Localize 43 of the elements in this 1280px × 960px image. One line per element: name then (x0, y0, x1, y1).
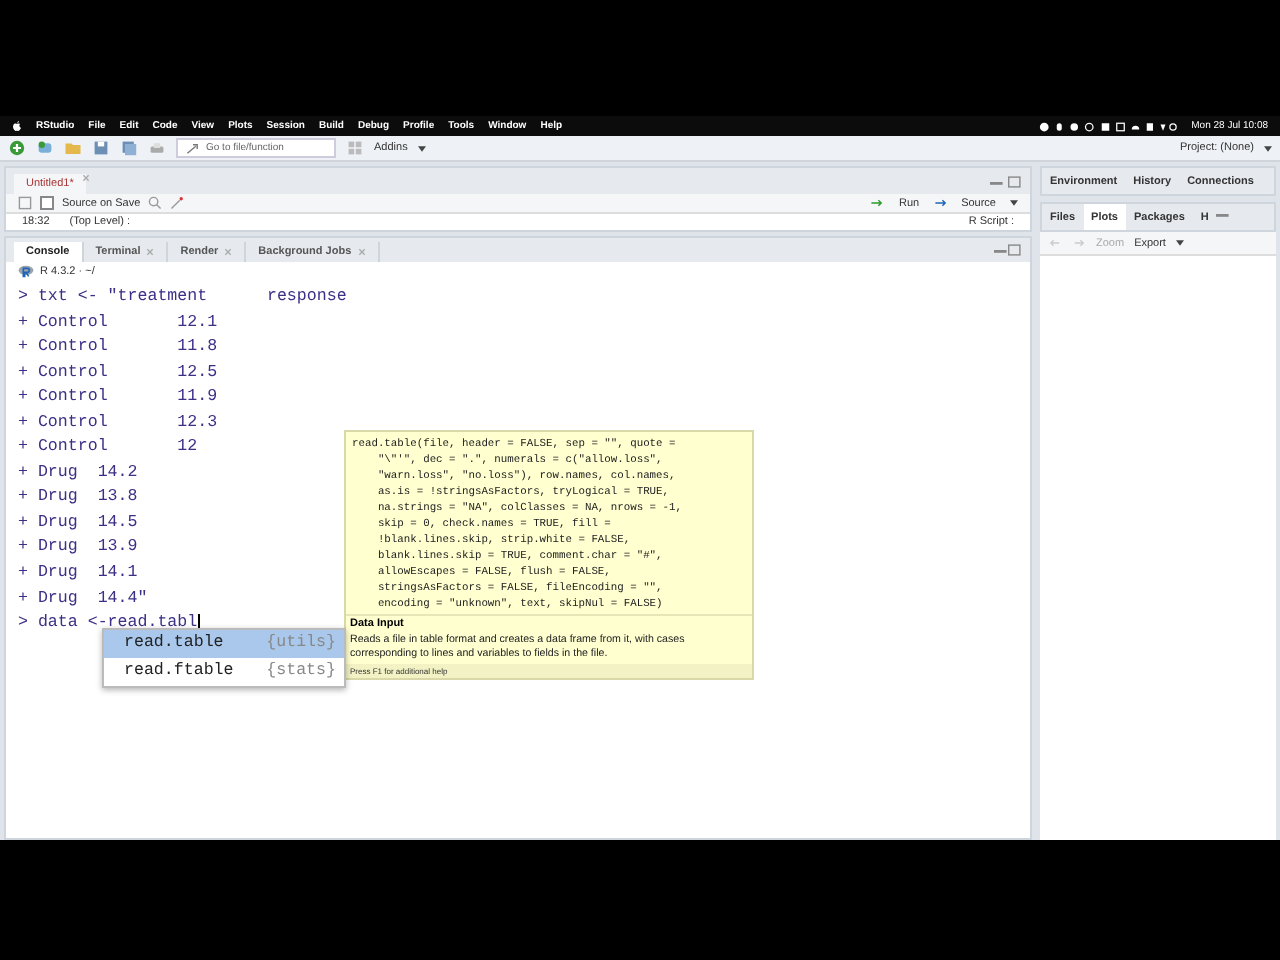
console-line: + Drug 14.5 (18, 511, 138, 536)
wand-icon[interactable] (170, 196, 185, 210)
caret-icon[interactable] (1010, 200, 1018, 206)
status-icons-drawing (1037, 121, 1178, 131)
completion-item[interactable]: read.ftable {stats} (104, 658, 344, 686)
minimize-icon[interactable] (1216, 208, 1231, 220)
maximize-icon[interactable] (1008, 244, 1022, 256)
console-line: + Drug 14.2 (18, 461, 138, 486)
console-line: + Control 12.3 (18, 411, 218, 436)
print-icon[interactable] (148, 140, 166, 156)
maximize-icon[interactable] (1008, 176, 1022, 188)
console-line: > txt <- "treatment response (18, 286, 347, 310)
console-line: + Control 11.8 (18, 336, 218, 361)
close-icon[interactable] (81, 173, 90, 181)
caret-icon[interactable] (1264, 145, 1272, 151)
new-file-icon[interactable] (8, 140, 26, 156)
folder-icon[interactable] (64, 140, 82, 156)
grid-icon[interactable] (346, 140, 364, 156)
console-line: + Control 11.9 (18, 386, 218, 411)
completion-item[interactable]: read.table {utils} (104, 630, 344, 658)
checkbox[interactable] (40, 196, 54, 210)
new-project-icon[interactable] (36, 140, 54, 156)
console-line: + Drug 13.8 (18, 486, 138, 511)
r-logo-icon (18, 264, 34, 278)
close-icon[interactable] (146, 248, 155, 256)
arrow-icon[interactable] (933, 196, 948, 210)
console-line: + Drug 14.4" (18, 587, 148, 612)
console-line: + Control 12.5 (18, 361, 218, 386)
arrow-icon[interactable] (870, 196, 885, 210)
close-icon[interactable] (357, 248, 366, 256)
console-line: + Drug 13.9 (18, 536, 138, 561)
console-line: + Drug 14.1 (18, 562, 138, 587)
caret-icon[interactable] (1175, 240, 1184, 246)
close-icon[interactable] (224, 248, 233, 256)
save-all-icon[interactable] (120, 140, 138, 156)
arrow-icon (186, 141, 200, 155)
search-icon[interactable] (148, 196, 163, 210)
caret-icon[interactable] (417, 145, 426, 151)
minimize-icon[interactable] (994, 244, 1008, 256)
apple-icon[interactable] (12, 120, 22, 132)
console-line: + Control 12.1 (18, 311, 218, 336)
minimize-icon[interactable] (990, 176, 1004, 188)
console-line: + Control 12 (18, 436, 198, 461)
